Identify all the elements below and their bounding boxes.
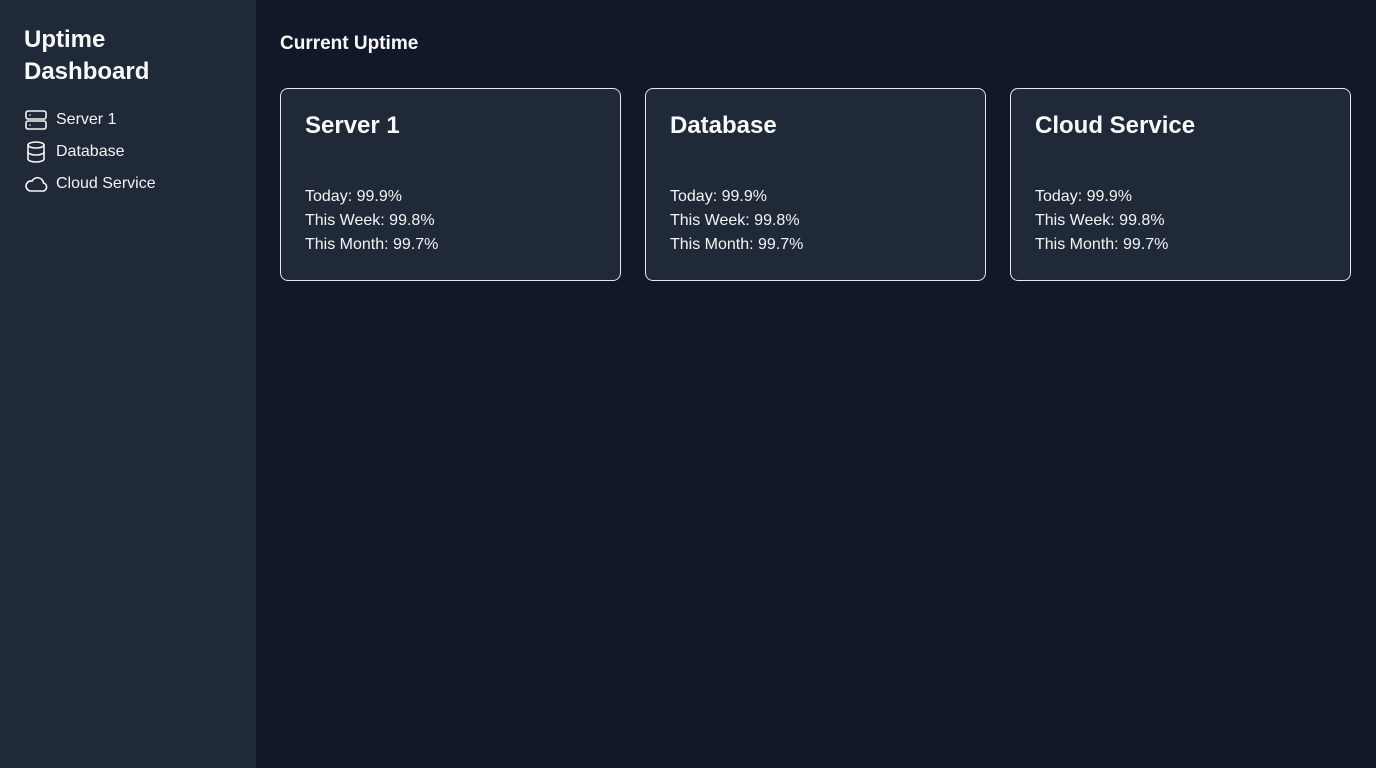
main-content: Current Uptime Server 1 Today: 99.9% Thi… [256, 0, 1376, 768]
uptime-week: This Week: 99.8% [1035, 212, 1165, 229]
cloud-icon [24, 172, 48, 196]
uptime-today: Today: 99.9% [305, 188, 402, 205]
sidebar-nav: Server 1 Database Cloud Service [24, 104, 232, 200]
card-title: Database [670, 112, 777, 139]
uptime-cards: Server 1 Today: 99.9% This Week: 99.8% T… [280, 88, 1352, 281]
section-title: Current Uptime [280, 33, 419, 54]
uptime-month: This Month: 99.7% [305, 236, 439, 253]
card-title: Cloud Service [1035, 112, 1196, 139]
sidebar-item-label: Database [56, 143, 125, 160]
sidebar-item-server-1[interactable]: Server 1 [24, 104, 232, 136]
uptime-month: This Month: 99.7% [1035, 236, 1169, 253]
app-root: Uptime Dashboard Server 1 Database Cloud… [0, 0, 1376, 768]
app-title-line1: Uptime [24, 26, 106, 53]
uptime-card-database: Database Today: 99.9% This Week: 99.8% T… [645, 88, 986, 281]
uptime-week: This Week: 99.8% [670, 212, 800, 229]
sidebar: Uptime Dashboard Server 1 Database Cloud… [0, 0, 256, 768]
uptime-week: This Week: 99.8% [305, 212, 435, 229]
database-icon [24, 140, 48, 164]
uptime-card-cloud-service: Cloud Service Today: 99.9% This Week: 99… [1010, 88, 1351, 281]
app-title: Uptime Dashboard [24, 24, 232, 88]
server-icon [24, 108, 48, 132]
sidebar-item-label: Cloud Service [56, 175, 156, 192]
card-title: Server 1 [305, 112, 400, 139]
uptime-today: Today: 99.9% [670, 188, 767, 205]
sidebar-item-database[interactable]: Database [24, 136, 232, 168]
app-title-line2: Dashboard [24, 58, 150, 85]
sidebar-item-label: Server 1 [56, 111, 117, 128]
uptime-card-server-1: Server 1 Today: 99.9% This Week: 99.8% T… [280, 88, 621, 281]
uptime-today: Today: 99.9% [1035, 188, 1132, 205]
uptime-month: This Month: 99.7% [670, 236, 804, 253]
sidebar-item-cloud-service[interactable]: Cloud Service [24, 168, 232, 200]
